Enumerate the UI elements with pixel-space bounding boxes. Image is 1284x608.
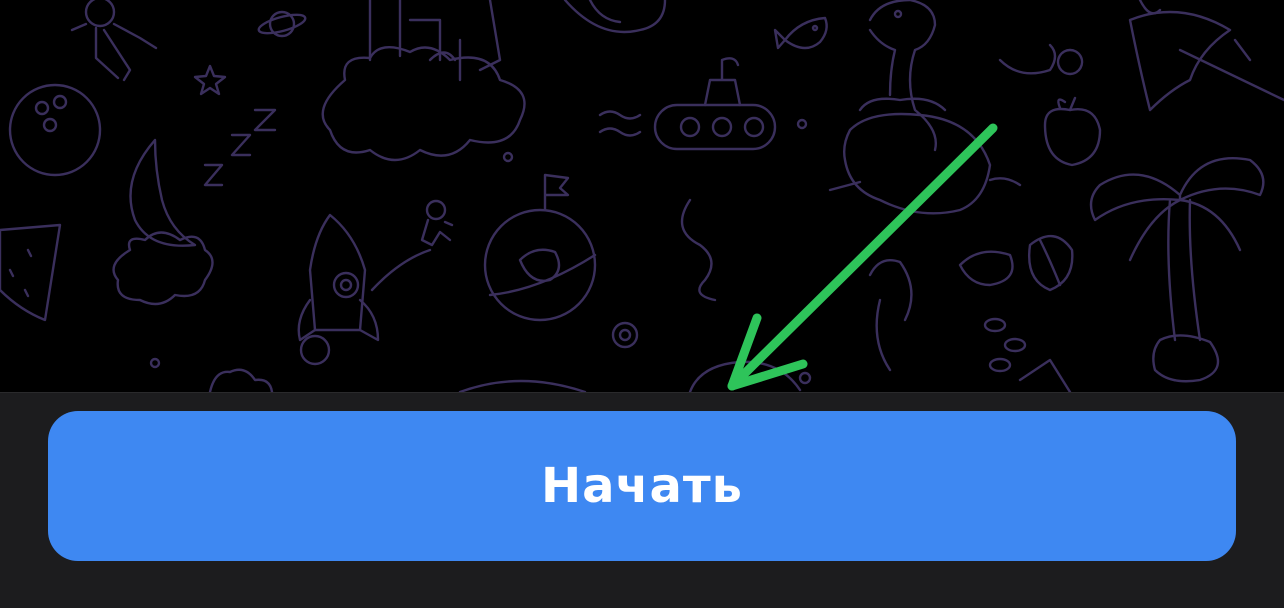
watermelon-icon <box>0 223 62 322</box>
coins-icon <box>983 317 1072 392</box>
turtle-icon <box>563 0 667 34</box>
globe-flag-icon <box>483 173 597 322</box>
fish-icon <box>773 16 828 50</box>
rocket-icon <box>297 213 380 366</box>
bottom-action-bar: Начать <box>0 392 1284 608</box>
sleep-zzz-icon <box>203 108 277 187</box>
apple-icon <box>1043 96 1102 167</box>
start-button[interactable]: Начать <box>48 411 1236 561</box>
umbrella-icon <box>1128 0 1284 112</box>
star-icon <box>193 64 227 96</box>
chat-wallpaper <box>0 0 1284 392</box>
planet-icon <box>257 10 307 38</box>
astronaut-icon <box>370 199 454 292</box>
dinosaur-icon <box>858 0 947 152</box>
chat-screen: Начать <box>0 0 1284 608</box>
moon-icon <box>8 83 102 177</box>
orange-icon <box>958 235 1074 292</box>
submarine-icon <box>598 57 777 151</box>
moon-icon <box>112 138 214 306</box>
castle-icon <box>321 0 526 162</box>
gingerbread-icon <box>70 0 158 82</box>
palm-tree-icon <box>1089 157 1265 383</box>
